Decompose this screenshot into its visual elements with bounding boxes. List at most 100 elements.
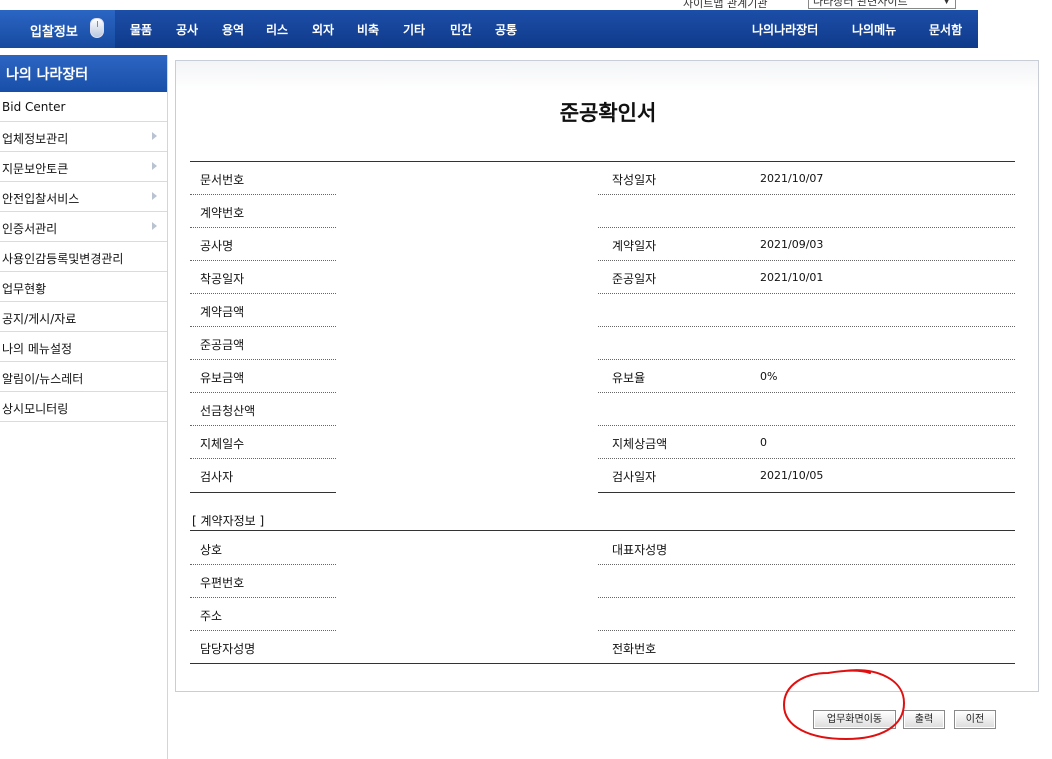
related-site-select-value: 나라장터 관련사이트 bbox=[813, 0, 908, 8]
prev-button[interactable]: 이전 bbox=[954, 710, 996, 729]
sidebar: 나의 나라장터 Bid Center 업체정보관리 지문보안토큰 안전입찰서비스… bbox=[0, 55, 168, 759]
value-contract-date: 2021/09/03 bbox=[760, 238, 824, 251]
row-divider bbox=[598, 392, 1015, 393]
value-inspection-date: 2021/10/05 bbox=[760, 469, 824, 482]
sidebar-item-monitoring[interactable]: 상시모니터링 bbox=[0, 392, 167, 422]
label-company: 상호 bbox=[200, 543, 223, 557]
sidebar-item-label: 알림이/뉴스레터 bbox=[2, 372, 84, 386]
sidebar-item-newsletter[interactable]: 알림이/뉴스레터 bbox=[0, 362, 167, 392]
label-inspection-date: 검사일자 bbox=[612, 470, 657, 484]
row-divider bbox=[190, 564, 336, 565]
sidebar-item-work-status[interactable]: 업무현황 bbox=[0, 272, 167, 302]
chevron-right-icon bbox=[152, 132, 157, 140]
row-divider bbox=[598, 458, 1015, 459]
sidebar-item-label: 지문보안토큰 bbox=[2, 162, 69, 176]
document-panel: 준공확인서 문서번호 계약번호 공사명 착공일자 계약금액 준공금액 유보금액 … bbox=[175, 60, 1039, 692]
sidebar-item-label: 사용인감등록및변경관리 bbox=[2, 252, 124, 266]
value-completion-date: 2021/10/01 bbox=[760, 271, 824, 284]
row-divider bbox=[190, 630, 336, 631]
contractor-table-top-border bbox=[190, 530, 1015, 531]
sidebar-item-bid-center[interactable]: Bid Center bbox=[0, 92, 167, 122]
label-inspector: 검사자 bbox=[200, 470, 234, 484]
sidebar-item-fingerprint-token[interactable]: 지문보안토큰 bbox=[0, 152, 167, 182]
chevron-right-icon bbox=[152, 222, 157, 230]
table-bottom-border bbox=[190, 663, 1015, 664]
label-completion-amount: 준공금액 bbox=[200, 338, 245, 352]
row-divider bbox=[190, 194, 336, 195]
row-divider bbox=[190, 293, 336, 294]
nav-item-my-narajangteo[interactable]: 나의나라장터 bbox=[752, 21, 818, 38]
row-divider bbox=[598, 326, 1015, 327]
sidebar-item-safe-bid[interactable]: 안전입찰서비스 bbox=[0, 182, 167, 212]
sidebar-item-label: 인증서관리 bbox=[2, 222, 58, 236]
sidebar-item-notice[interactable]: 공지/게시/자료 bbox=[0, 302, 167, 332]
label-contract-date: 계약일자 bbox=[612, 239, 657, 253]
row-divider bbox=[190, 260, 336, 261]
nav-item-stockpile[interactable]: 비축 bbox=[357, 21, 379, 38]
label-advance-settlement: 선금청산액 bbox=[200, 404, 256, 418]
page-title: 준공확인서 bbox=[559, 101, 657, 125]
nav-bid-info[interactable]: 입찰정보 bbox=[0, 10, 115, 48]
nav-item-foreign[interactable]: 외자 bbox=[312, 21, 334, 38]
label-doc-no: 문서번호 bbox=[200, 173, 245, 187]
site-link-label[interactable]: 사이트맵 관계기관 bbox=[683, 0, 767, 10]
related-site-select[interactable]: 나라장터 관련사이트 ▼ bbox=[808, 0, 956, 9]
label-address: 주소 bbox=[200, 609, 223, 623]
nav-item-lease[interactable]: 리스 bbox=[266, 21, 288, 38]
nav-item-construction[interactable]: 공사 bbox=[176, 21, 198, 38]
goto-work-screen-button[interactable]: 업무화면이동 bbox=[813, 710, 896, 729]
section-divider bbox=[190, 492, 336, 493]
sidebar-item-label: 업무현황 bbox=[2, 282, 47, 296]
sidebar-item-certificate[interactable]: 인증서관리 bbox=[0, 212, 167, 242]
sidebar-item-menu-settings[interactable]: 나의 메뉴설정 bbox=[0, 332, 167, 362]
row-divider bbox=[598, 359, 1015, 360]
value-retention-rate: 0% bbox=[760, 370, 778, 383]
nav-bid-info-label: 입찰정보 bbox=[30, 25, 78, 40]
sidebar-item-label: 업체정보관리 bbox=[2, 132, 69, 146]
nav-item-etc[interactable]: 기타 bbox=[403, 21, 425, 38]
print-button[interactable]: 출력 bbox=[903, 710, 945, 729]
value-delay-penalty: 0 bbox=[760, 436, 767, 449]
row-divider bbox=[598, 597, 1015, 598]
label-ceo-name: 대표자성명 bbox=[612, 543, 668, 557]
table-top-border bbox=[190, 161, 1015, 162]
row-divider bbox=[598, 630, 1015, 631]
chevron-right-icon bbox=[152, 192, 157, 200]
mouse-icon bbox=[90, 18, 104, 38]
sidebar-item-seal-registration[interactable]: 사용인감등록및변경관리 bbox=[0, 242, 167, 272]
label-postal-code: 우편번호 bbox=[200, 576, 245, 590]
label-retention-amount: 유보금액 bbox=[200, 371, 245, 385]
label-completion-date: 준공일자 bbox=[612, 272, 657, 286]
top-strip: 사이트맵 관계기관 나라장터 관련사이트 ▼ bbox=[0, 0, 1052, 10]
nav-item-document-box[interactable]: 문서함 bbox=[929, 21, 962, 38]
nav-item-service[interactable]: 용역 bbox=[222, 21, 244, 38]
sidebar-item-label: 안전입찰서비스 bbox=[2, 192, 80, 206]
sidebar-title: 나의 나라장터 bbox=[0, 55, 167, 92]
label-delay-days: 지체일수 bbox=[200, 437, 245, 451]
row-divider bbox=[190, 359, 336, 360]
row-divider bbox=[190, 392, 336, 393]
row-divider bbox=[190, 458, 336, 459]
label-contract-no: 계약번호 bbox=[200, 206, 245, 220]
row-divider bbox=[598, 260, 1015, 261]
row-divider bbox=[598, 564, 1015, 565]
sidebar-item-label: 나의 메뉴설정 bbox=[2, 342, 73, 356]
value-created-date: 2021/10/07 bbox=[760, 172, 824, 185]
row-divider bbox=[598, 227, 1015, 228]
sidebar-item-label: Bid Center bbox=[2, 100, 66, 114]
label-retention-rate: 유보율 bbox=[612, 371, 646, 385]
row-divider bbox=[190, 326, 336, 327]
label-delay-penalty: 지체상금액 bbox=[612, 437, 668, 451]
main-nav: 입찰정보 물품 공사 용역 리스 외자 비축 기타 민간 공통 나의나라장터 나… bbox=[0, 10, 978, 48]
nav-item-common[interactable]: 공통 bbox=[495, 21, 517, 38]
label-phone: 전화번호 bbox=[612, 642, 657, 656]
sidebar-item-label: 공지/게시/자료 bbox=[2, 312, 77, 326]
row-divider bbox=[190, 227, 336, 228]
nav-item-private[interactable]: 민간 bbox=[450, 21, 472, 38]
label-start-date: 착공일자 bbox=[200, 272, 245, 286]
nav-item-my-menu[interactable]: 나의메뉴 bbox=[852, 21, 896, 38]
nav-item-goods[interactable]: 물품 bbox=[130, 21, 152, 38]
chevron-down-icon: ▼ bbox=[943, 0, 950, 6]
row-divider bbox=[598, 194, 1015, 195]
sidebar-item-company-info[interactable]: 업체정보관리 bbox=[0, 122, 167, 152]
